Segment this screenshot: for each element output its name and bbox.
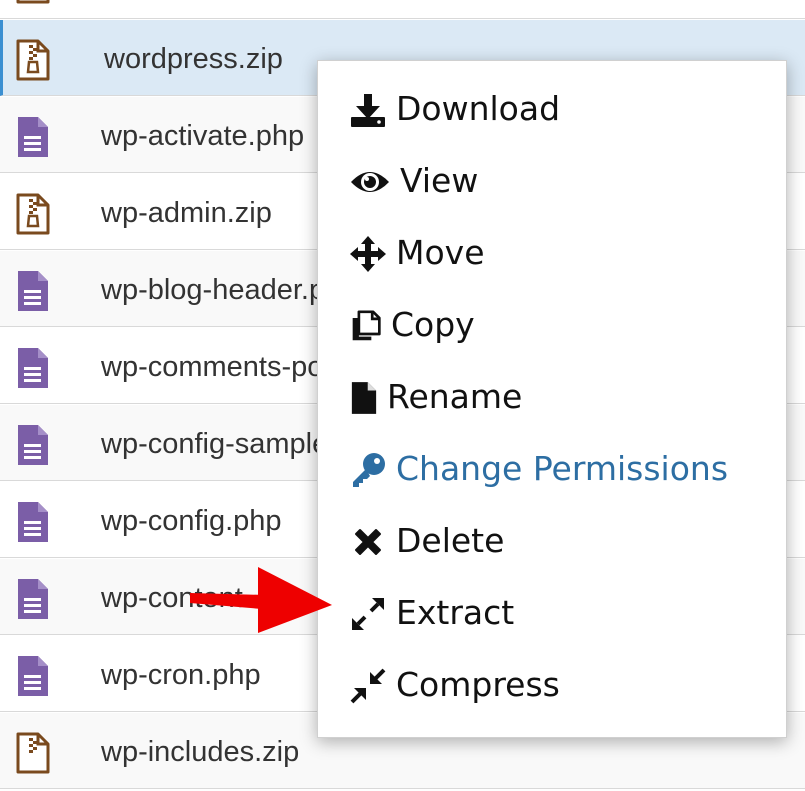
menu-label: View [400, 161, 479, 200]
menu-item-rename[interactable]: Rename [318, 361, 786, 433]
file-name: wp-config.php [101, 505, 282, 537]
menu-item-delete[interactable]: Delete [318, 505, 786, 577]
file-name: wp-admin.zip [101, 197, 272, 229]
zip-file-icon [16, 0, 50, 4]
php-file-icon [18, 425, 48, 465]
file-name: wordpress.zip [104, 43, 283, 75]
menu-label: Download [396, 89, 561, 128]
menu-item-compress[interactable]: Compress [318, 649, 786, 721]
menu-item-view[interactable]: View [318, 145, 786, 217]
close-icon [355, 529, 381, 555]
zip-file-icon [16, 732, 50, 774]
php-file-icon [18, 502, 48, 542]
file-name: wp-cron.php [101, 659, 261, 691]
zip-file-icon [16, 39, 50, 81]
file-name: wp-includes.zip [101, 736, 300, 768]
menu-item-change-permissions[interactable]: Change Permissions [318, 433, 786, 505]
php-file-icon [18, 271, 48, 311]
menu-item-copy[interactable]: Copy [318, 289, 786, 361]
php-file-icon [18, 348, 48, 388]
compress-icon [350, 668, 386, 704]
php-file-icon [18, 117, 48, 157]
context-menu: Download View Move Copy Rename Change Pe… [317, 60, 787, 738]
php-file-icon [18, 656, 48, 696]
expand-icon [352, 598, 384, 630]
file-icon [351, 382, 377, 414]
zip-file-icon [16, 193, 50, 235]
move-icon [350, 236, 386, 272]
menu-item-extract[interactable]: Extract [318, 577, 786, 649]
menu-label: Copy [391, 305, 475, 344]
menu-label: Move [396, 233, 485, 272]
menu-label: Delete [396, 521, 505, 560]
menu-label: Rename [387, 377, 523, 416]
menu-item-download[interactable]: Download [318, 73, 786, 145]
file-row[interactable] [0, 0, 805, 19]
menu-label: Compress [396, 665, 560, 704]
php-file-icon [18, 579, 48, 619]
menu-item-move[interactable]: Move [318, 217, 786, 289]
eye-icon [351, 172, 389, 192]
download-icon [351, 94, 385, 127]
menu-label: Change Permissions [396, 449, 729, 488]
file-name: wp-activate.php [101, 120, 305, 152]
annotation-arrow [190, 567, 332, 633]
copy-icon [352, 310, 381, 341]
menu-label: Extract [396, 593, 515, 632]
key-icon [353, 453, 385, 487]
